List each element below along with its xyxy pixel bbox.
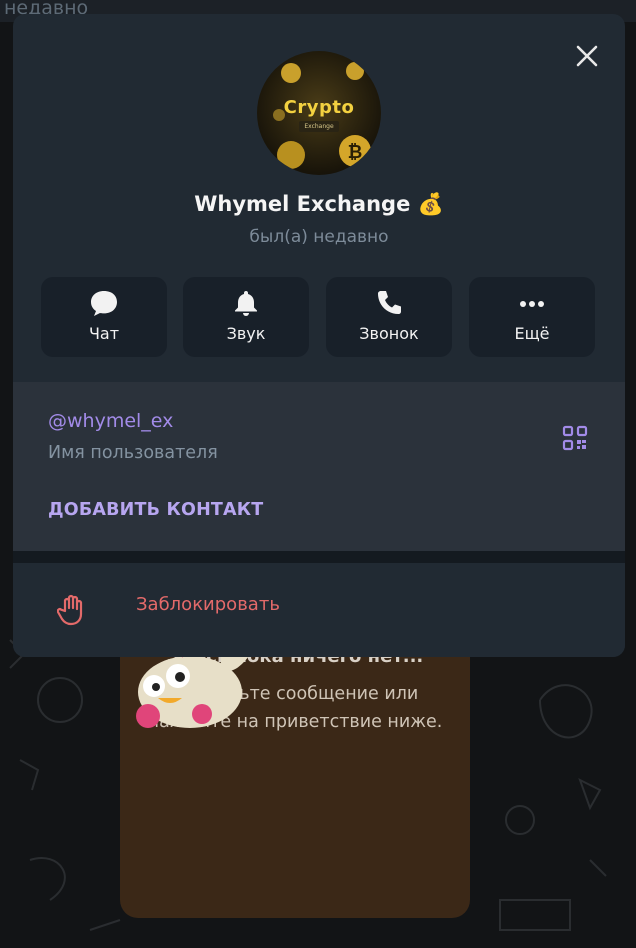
svg-text:₿: ₿: [348, 142, 363, 163]
avatar[interactable]: ₿ Crypto Exchange: [257, 51, 381, 175]
close-icon[interactable]: [573, 42, 601, 70]
more-button-label: Ещё: [514, 324, 550, 343]
block-user-button[interactable]: Заблокировать: [13, 563, 625, 657]
bell-icon: [235, 291, 257, 316]
chat-button[interactable]: Чат: [41, 277, 167, 357]
qr-code-icon[interactable]: [561, 424, 589, 452]
sound-button[interactable]: Звук: [183, 277, 309, 357]
add-contact-button[interactable]: ДОБАВИТЬ КОНТАКТ: [48, 500, 263, 520]
more-button[interactable]: Ещё: [469, 277, 595, 357]
profile-modal: ₿ Crypto Exchange Whymel Exchange 💰 был(…: [13, 14, 625, 657]
chat-button-label: Чат: [88, 324, 120, 343]
call-button-label: Звонок: [359, 324, 419, 343]
username-link[interactable]: @whymel_ex: [48, 410, 173, 432]
profile-name: Whymel Exchange 💰: [194, 192, 444, 216]
block-user-label: Заблокировать: [136, 594, 280, 615]
profile-info-section: @whymel_ex Имя пользователя ДОБАВИТЬ КОН…: [13, 382, 625, 551]
sound-button-label: Звук: [226, 324, 266, 343]
chat-bubble-icon: [91, 291, 117, 316]
avatar-logo-text: Crypto: [283, 97, 355, 118]
stop-hand-icon: [57, 594, 83, 626]
username-caption: Имя пользователя: [48, 443, 218, 463]
call-button[interactable]: Звонок: [326, 277, 452, 357]
section-divider: [13, 551, 625, 563]
more-dots-icon: [520, 301, 544, 307]
action-buttons: Чат Звук Звонок Ещё: [41, 277, 595, 357]
profile-status: был(а) недавно: [249, 227, 389, 247]
avatar-logo-subtext: Exchange: [299, 121, 339, 132]
phone-icon: [378, 291, 401, 314]
